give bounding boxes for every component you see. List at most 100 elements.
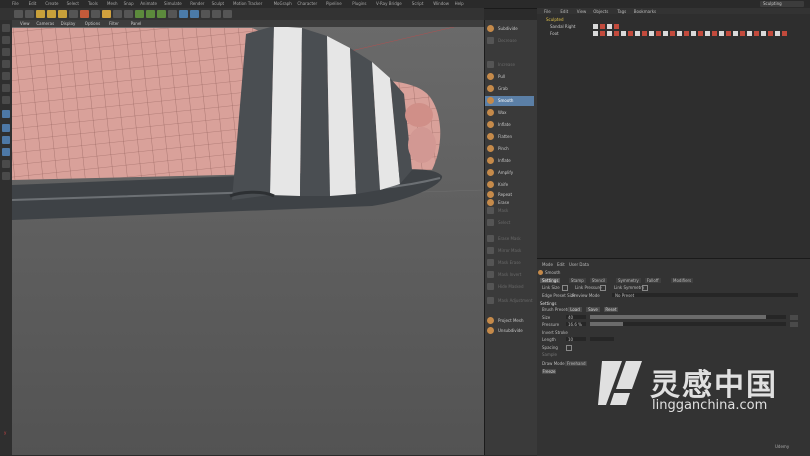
sculpt-view[interactable] [12,20,484,455]
object-tag-icon[interactable] [768,31,773,36]
toolbar-tool-icon[interactable] [124,10,133,18]
object-tag-icon[interactable] [663,31,668,36]
left-tool-icon[interactable] [2,36,10,44]
toolbar-tool-icon[interactable] [69,10,78,18]
toolbar-tool-icon[interactable] [223,10,232,18]
pressure-slider[interactable] [590,322,786,326]
tab-modifiers[interactable]: Modifiers [671,278,694,283]
menu-file[interactable]: File [12,1,19,6]
sculpt-tool-pull[interactable]: Pull [485,72,534,82]
object-tag-icon[interactable] [726,31,731,36]
menu-animate[interactable]: Animate [140,1,157,6]
object-row[interactable]: Sandal Right [540,24,805,30]
object-tag-icon[interactable] [614,24,619,29]
sculpt-tool-grab[interactable]: Grab [485,84,534,94]
left-tool-icon[interactable] [2,84,10,92]
size-field[interactable]: 40 [566,315,586,320]
toolbar-tool-icon[interactable] [25,10,34,18]
sculpt-tool-project-mesh[interactable]: Project Mesh [485,316,534,326]
menu-mograph[interactable]: MoGraph [274,1,292,6]
left-tool-icon[interactable] [2,124,10,132]
object-tag-icon[interactable] [593,31,598,36]
length-field[interactable]: 10 [566,337,586,342]
toolbar-tool-icon[interactable] [157,10,166,18]
pressure-field[interactable]: 16.6 % [566,322,586,327]
left-tool-icon[interactable] [2,110,10,118]
object-menu-tags[interactable]: Tags [617,9,626,14]
tab-falloff[interactable]: Falloff [644,278,661,283]
menu-edit[interactable]: Edit [29,1,37,6]
sculpt-tool-select[interactable]: Select [485,218,534,228]
object-tag-icon[interactable] [600,31,605,36]
sculpt-tool-hide-masked[interactable]: Hide Masked [485,282,534,292]
object-tag-icon[interactable] [733,31,738,36]
menu-plugins[interactable]: Plugins [352,1,366,6]
preset-dropdown[interactable]: No Preset [612,293,798,298]
sculpt-tool-mask-invert[interactable]: Mask Invert [485,270,534,280]
toolbar-tool-icon[interactable] [201,10,210,18]
left-tool-icon[interactable] [2,60,10,68]
length-slider[interactable] [590,337,614,341]
attr-menu-edit[interactable]: Edit [557,262,565,267]
viewport[interactable] [12,20,484,455]
toolbar-tool-icon[interactable] [47,10,56,18]
spacing-checkbox[interactable] [566,345,572,351]
left-tool-icon[interactable] [2,48,10,56]
object-tag-icon[interactable] [628,31,633,36]
object-tag-icon[interactable] [775,31,780,36]
toolbar-tool-icon[interactable] [80,10,89,18]
object-tag-icon[interactable] [782,31,787,36]
left-tool-icon[interactable] [2,172,10,180]
save-button[interactable]: Save [586,307,600,312]
viewport-menu-cameras[interactable]: Cameras [36,21,54,26]
layout-selector[interactable]: Sculpting [760,1,804,7]
object-row[interactable]: Sculpted [540,17,805,23]
object-tag-icon[interactable] [670,31,675,36]
sculpt-tool-mask-adjustment[interactable]: Mask Adjustment [485,296,534,306]
object-tag-icon[interactable] [593,24,598,29]
object-menu-bookmarks[interactable]: Bookmarks [634,9,656,14]
object-tag-icon[interactable] [747,31,752,36]
object-tag-icon[interactable] [642,31,647,36]
left-tool-icon[interactable] [2,72,10,80]
draw-mode-dropdown[interactable]: Freehand [565,361,587,366]
object-tag-icon[interactable] [649,31,654,36]
menu-sculpt[interactable]: Sculpt [212,1,225,6]
link-symmetry-checkbox[interactable] [642,285,648,291]
object-row[interactable]: Foot [540,31,805,37]
toolbar-tool-icon[interactable] [113,10,122,18]
load-button[interactable]: Load [568,307,582,312]
menu-snap[interactable]: Snap [124,1,134,6]
object-tag-icon[interactable] [600,24,605,29]
object-tag-icon[interactable] [614,31,619,36]
object-tag-icon[interactable] [621,31,626,36]
menu-simulate[interactable]: Simulate [164,1,182,6]
viewport-menu-panel[interactable]: Panel [131,21,142,26]
toolbar-tool-icon[interactable] [58,10,67,18]
menu-motion-tracker[interactable]: Motion Tracker [233,1,262,6]
menu-v-ray-bridge[interactable]: V-Ray Bridge [376,1,402,6]
object-tag-icon[interactable] [656,31,661,36]
object-tag-icon[interactable] [754,31,759,36]
viewport-menu-options[interactable]: Options [85,21,100,26]
link-pressure-checkbox[interactable] [600,285,606,291]
sculpt-tool-mask-erase[interactable]: Mask Erase [485,258,534,268]
sculpt-tool-smooth[interactable]: Smooth [485,96,534,106]
link-size-checkbox[interactable] [562,285,568,291]
toolbar-tool-icon[interactable] [190,10,199,18]
sculpt-tool-erase-mask[interactable]: Erase Mask [485,234,534,244]
sculpt-tool-amplify[interactable]: Amplify [485,168,534,178]
sculpt-tool-subdivide[interactable]: Subdivide [485,24,534,34]
sculpt-tool-decrease[interactable]: Decrease [485,36,534,46]
sculpt-tool-wax[interactable]: Wax [485,108,534,118]
sculpt-tool-increase[interactable]: Increase [485,60,534,70]
sculpt-tool-flatten[interactable]: Flatten [485,132,534,142]
sculpt-tool-mask[interactable]: Mask [485,206,534,216]
menu-character[interactable]: Character [297,1,317,6]
object-tag-icon[interactable] [607,24,612,29]
toolbar-tool-icon[interactable] [102,10,111,18]
object-tag-icon[interactable] [712,31,717,36]
tab-stencil[interactable]: Stencil [589,278,608,283]
object-tag-icon[interactable] [705,31,710,36]
menu-pipeline[interactable]: Pipeline [326,1,342,6]
